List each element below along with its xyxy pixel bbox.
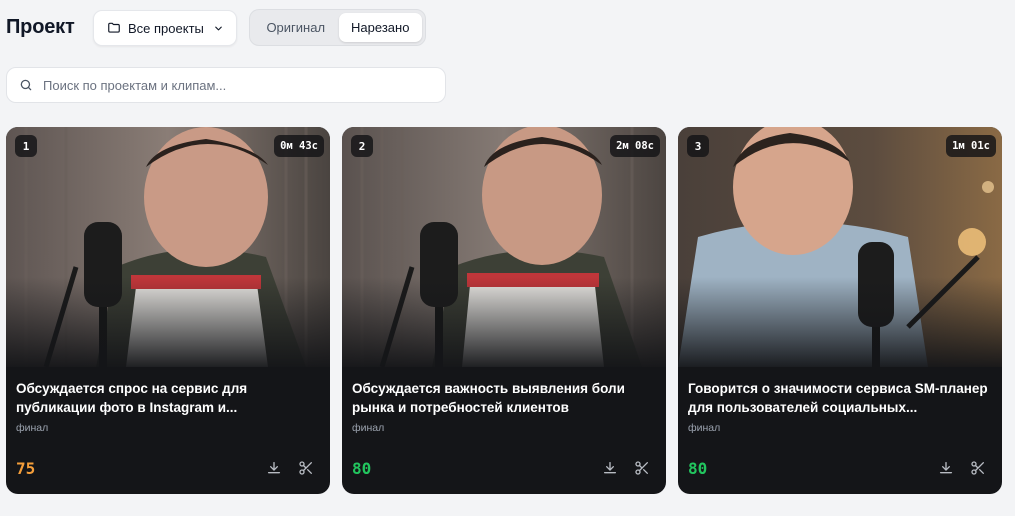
project-filter-label: Все проекты [128, 20, 204, 36]
clip-title: Говорится о значимости сервиса SM-планер… [688, 381, 988, 415]
scissors-icon[interactable] [970, 460, 986, 476]
folder-icon [107, 21, 121, 35]
tab-cut[interactable]: Нарезано [338, 13, 422, 42]
clip-title: Обсуждается важность выявления боли рынк… [352, 381, 625, 415]
download-icon[interactable] [938, 460, 954, 476]
clip-card[interactable]: 1 0м 43с Обсуждается спрос на сервис для… [6, 127, 330, 494]
clip-card[interactable]: 2 2м 08с Обсуждается важность выявления … [342, 127, 666, 494]
clip-tag: финал [16, 422, 49, 434]
search-icon [19, 78, 33, 92]
clip-index-badge: 3 [687, 135, 709, 157]
clip-tag: финал [688, 422, 721, 434]
clip-card[interactable]: 3 1м 01с Говорится о значимости сервиса … [678, 127, 1002, 494]
clip-score: 80 [688, 459, 708, 478]
page-title: Проект [6, 16, 75, 38]
clip-index-badge: 1 [15, 135, 37, 157]
clip-score: 75 [16, 459, 36, 478]
clip-index-badge: 2 [351, 135, 373, 157]
view-toggle: Оригинал Нарезано [249, 9, 426, 46]
scissors-icon[interactable] [634, 460, 650, 476]
clip-duration-badge: 2м 08с [610, 135, 660, 157]
download-icon[interactable] [266, 460, 282, 476]
download-icon[interactable] [602, 460, 618, 476]
scissors-icon[interactable] [298, 460, 314, 476]
clip-title: Обсуждается спрос на сервис для публикац… [16, 381, 248, 415]
search-bar [6, 67, 446, 103]
chevron-down-icon [213, 23, 224, 34]
thumbnail-fade [678, 277, 1002, 372]
clip-duration-badge: 0м 43с [274, 135, 324, 157]
project-filter-dropdown[interactable]: Все проекты [93, 10, 237, 46]
thumbnail-fade [6, 277, 330, 372]
tab-original[interactable]: Оригинал [253, 13, 339, 42]
clip-duration-badge: 1м 01с [946, 135, 996, 157]
thumbnail-fade [342, 277, 666, 372]
search-input[interactable] [43, 77, 445, 93]
clip-tag: финал [352, 422, 385, 434]
clip-score: 80 [352, 459, 372, 478]
